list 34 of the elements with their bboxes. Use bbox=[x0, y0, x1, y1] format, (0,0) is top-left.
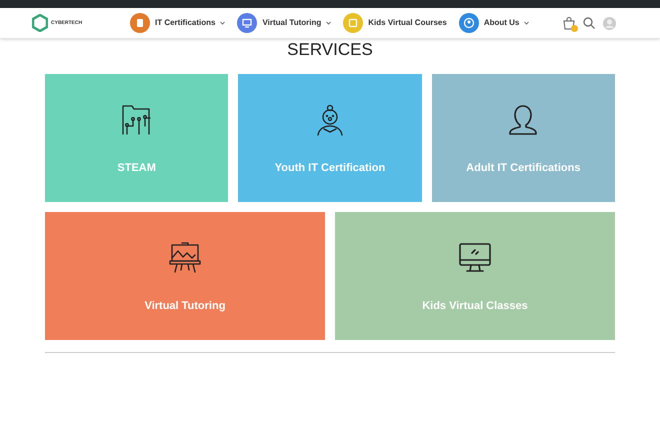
child-icon bbox=[316, 104, 344, 136]
service-card[interactable]: STEAM bbox=[45, 74, 228, 202]
logo-icon bbox=[32, 14, 48, 32]
service-title: STEAM bbox=[117, 161, 156, 176]
caret-icon bbox=[326, 21, 332, 25]
person-icon bbox=[507, 104, 540, 136]
document-icon bbox=[134, 17, 146, 29]
service-card[interactable]: Kids Virtual Classes bbox=[335, 212, 615, 340]
nav-label: IT Certifications bbox=[155, 17, 216, 29]
nav-label: Virtual Tutoring bbox=[262, 17, 322, 29]
nav-link[interactable]: Virtual Tutoring bbox=[237, 13, 332, 33]
monitor-icon bbox=[459, 243, 491, 273]
search-icon[interactable] bbox=[583, 17, 595, 29]
section-heading: SERVICES bbox=[287, 40, 373, 61]
easel-painting-icon bbox=[169, 242, 201, 274]
nav-link[interactable]: Kids Virtual Courses bbox=[343, 13, 447, 33]
circuit-folder-icon bbox=[120, 104, 153, 136]
service-card[interactable]: Adult IT Certifications bbox=[432, 74, 615, 202]
service-title: Youth IT Certification bbox=[274, 161, 386, 176]
shopping-bag-icon[interactable] bbox=[563, 16, 575, 30]
person-icon bbox=[462, 17, 475, 29]
service-title: Virtual Tutoring bbox=[144, 299, 226, 314]
caret-icon bbox=[220, 21, 226, 25]
cart-badge bbox=[571, 24, 578, 32]
service-card[interactable]: Youth IT Certification bbox=[238, 74, 422, 202]
service-title: Kids Virtual Classes bbox=[422, 299, 528, 314]
service-card[interactable]: Virtual Tutoring bbox=[45, 212, 325, 340]
nav-label: About Us bbox=[484, 17, 520, 29]
nav-link[interactable]: IT Certifications bbox=[130, 13, 226, 33]
service-title: Adult IT Certifications bbox=[466, 161, 580, 176]
nav-link[interactable]: About Us bbox=[458, 13, 530, 33]
nav-label: Kids Virtual Courses bbox=[368, 17, 447, 29]
caret-icon bbox=[524, 21, 530, 25]
monitor-icon bbox=[241, 17, 254, 29]
